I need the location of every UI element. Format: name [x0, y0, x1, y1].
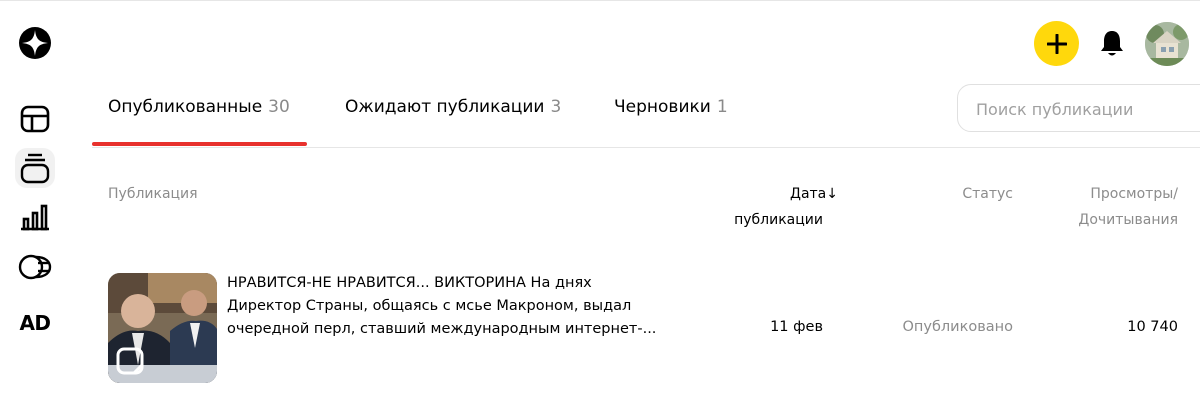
avatar[interactable]	[1145, 22, 1189, 66]
layout-icon[interactable]	[15, 99, 55, 139]
tab-pending[interactable]: Ожидают публикации 3	[345, 97, 561, 117]
plus-icon	[1046, 33, 1067, 54]
tab-label: Черновики	[614, 97, 711, 117]
publication-status: Опубликовано	[902, 319, 1013, 335]
column-header-publication: Публикация	[108, 186, 198, 202]
tab-label: Опубликованные	[108, 97, 263, 117]
publication-title[interactable]: НРАВИТСЯ-НЕ НРАВИТСЯ... ВИКТОРИНА На дня…	[227, 272, 667, 341]
tab-drafts[interactable]: Черновики 1	[614, 97, 728, 117]
search-input[interactable]	[974, 85, 1198, 133]
tab-count: 3	[550, 97, 562, 117]
tab-label: Ожидают публикации	[345, 97, 545, 117]
active-tab-indicator	[92, 142, 307, 146]
column-header-views: Просмотры/ Дочитывания	[1040, 181, 1178, 233]
tab-published[interactable]: Опубликованные 30	[108, 97, 290, 117]
date-header-label-2: публикации	[734, 212, 823, 228]
publication-date: 11 фев	[770, 319, 823, 335]
column-header-status: Статус	[962, 186, 1013, 202]
ad-menu-item[interactable]: AD	[15, 303, 55, 343]
tabs-divider	[92, 147, 1200, 148]
publication-views: 10 740	[1127, 319, 1178, 335]
stats-icon[interactable]	[15, 197, 55, 237]
create-button[interactable]	[1034, 21, 1079, 66]
views-header-label-2: Дочитывания	[1078, 212, 1178, 228]
tab-count: 30	[268, 97, 290, 117]
logo-icon[interactable]	[18, 26, 52, 60]
search-box[interactable]	[957, 84, 1200, 133]
column-header-date[interactable]: Дата↓ публикации	[700, 181, 838, 233]
tab-count: 1	[716, 97, 728, 117]
publications-icon[interactable]	[15, 148, 55, 188]
bell-icon[interactable]	[1096, 27, 1128, 59]
date-header-label: Дата	[790, 186, 827, 202]
views-header-label: Просмотры/	[1090, 186, 1178, 202]
publication-thumbnail[interactable]	[108, 273, 217, 383]
coins-icon[interactable]	[15, 247, 55, 287]
sort-arrow-icon: ↓	[826, 186, 838, 202]
